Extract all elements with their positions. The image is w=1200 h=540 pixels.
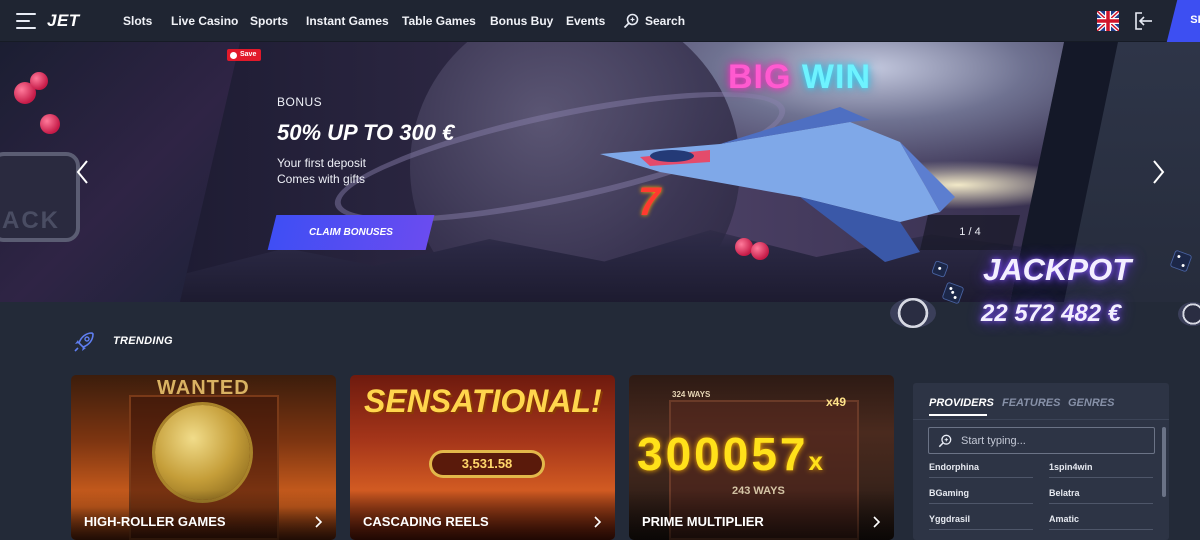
tab-providers[interactable]: PROVIDERS [929,397,994,409]
casino-chip-graphic [1178,302,1200,326]
bonus-line-2: Comes with gifts [277,172,366,186]
search-icon[interactable] [623,13,639,29]
tile-art-title: SENSATIONAL! [364,383,602,419]
tile-art-title: 300057x [637,427,826,481]
tile-art-suffix: x [808,446,826,476]
chevron-right-icon [594,516,602,528]
big-win-neon-win: WIN [801,58,871,96]
cherry-icon [40,114,60,134]
trending-heading: TRENDING [113,335,173,347]
tile-art-title: WANTED [157,377,250,399]
rocket-icon [74,332,94,352]
menu-icon[interactable] [16,13,36,29]
nav-live-casino[interactable]: Live Casino [171,14,238,28]
signup-button[interactable]: SI [1166,0,1200,42]
game-filter-panel: PROVIDERS FEATURES GENRES Endorphina 1sp… [913,383,1169,540]
previous-slide-text: ACK [2,207,60,234]
signup-label: SI [1190,14,1200,26]
game-tile-prime-multiplier[interactable]: 324 WAYS x49 300057x 243 WAYS PRIME MULT… [629,375,894,540]
tab-features[interactable]: FEATURES [1002,397,1060,409]
lucky-seven-graphic: 7 [638,180,661,224]
nav-slots[interactable]: Slots [123,14,152,28]
uk-flag-icon[interactable] [1097,11,1119,31]
provider-search-input[interactable] [961,432,1151,450]
nav-table-games[interactable]: Table Games [402,14,476,28]
active-tab-indicator [929,414,987,416]
big-win-neon-big: BIG [728,58,792,96]
jackpot-title: JACKPOT [983,252,1132,287]
tile-art-number: 300057 [637,428,809,480]
save-label: Save [240,51,257,58]
nav-instant-games[interactable]: Instant Games [306,14,389,28]
tile-art-ways-top: 324 WAYS [672,390,711,399]
login-icon[interactable] [1134,11,1154,31]
nav-bonus-buy[interactable]: Bonus Buy [490,14,553,28]
game-tile-cascading-reels[interactable]: SENSATIONAL! 3,531.58 CASCADING REELS [350,375,615,540]
provider-item[interactable]: Belatra [1049,488,1153,504]
claim-bonuses-label: CLAIM BONUSES [309,227,393,238]
site-logo[interactable]: JET [47,11,80,31]
search-icon [938,434,952,448]
provider-item[interactable]: Endorphina [929,462,1033,478]
chevron-right-icon [315,516,323,528]
cherry-icon [30,72,48,90]
chevron-left-icon[interactable] [74,158,92,186]
tile-label: PRIME MULTIPLIER [642,514,764,529]
provider-item[interactable]: Amatic [1049,514,1153,530]
tab-genres[interactable]: GENRES [1068,397,1114,409]
nav-events[interactable]: Events [566,14,605,28]
provider-item[interactable]: BGaming [929,488,1033,504]
provider-list-scrollbar[interactable] [1162,427,1166,497]
game-tile-high-roller[interactable]: WANTED HIGH-ROLLER GAMES [71,375,336,540]
top-bar: JET Slots Live Casino Sports Instant Gam… [0,0,1200,42]
bonus-kicker: BONUS [277,95,323,109]
pin-icon [230,51,237,59]
tile-art-multiplier: x49 [826,395,847,409]
jackpot-amount: 22 572 482 € [981,300,1122,327]
nav-sports[interactable]: Sports [250,14,288,28]
bonus-line-1: Your first deposit [277,156,366,170]
gold-coin-graphic [155,405,250,500]
provider-item[interactable]: Yggdrasil [929,514,1033,530]
tile-label: CASCADING REELS [363,514,489,529]
save-button[interactable]: Save [227,49,262,61]
tile-label: HIGH-ROLLER GAMES [84,514,226,529]
nav-search[interactable]: Search [645,14,685,28]
chevron-right-icon[interactable] [1149,158,1167,186]
tile-art-value: 3,531.58 [432,453,542,475]
slide-counter: 1 / 4 [920,215,1020,250]
provider-search[interactable] [928,427,1155,454]
casino-chip-graphic [890,298,936,328]
big-win-neon: BIG WIN [728,58,871,97]
bonus-title: 50% UP TO 300 € [277,120,455,145]
claim-bonuses-button[interactable]: CLAIM BONUSES [267,215,435,250]
provider-item[interactable]: 1spin4win [1049,462,1153,478]
chevron-right-icon [873,516,881,528]
